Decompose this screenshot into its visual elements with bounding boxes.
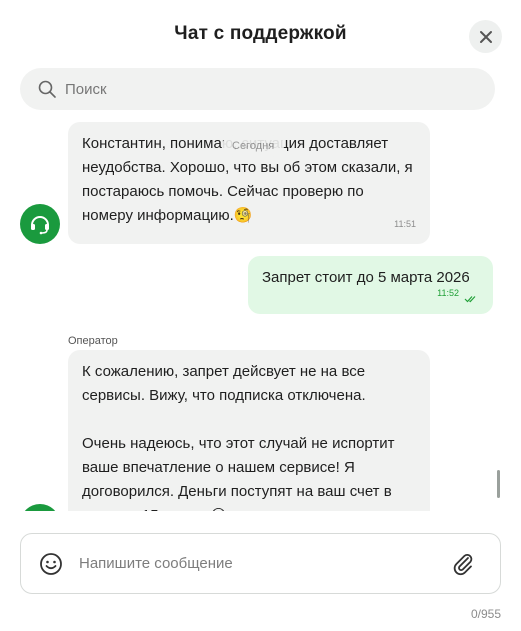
attach-button[interactable] <box>450 551 476 577</box>
chat-scrollbar[interactable] <box>497 470 500 498</box>
date-separator: Сегодня <box>222 135 285 157</box>
message-composer[interactable] <box>20 533 501 594</box>
search-bar[interactable] <box>20 68 495 110</box>
emoji: 😉 <box>211 507 227 511</box>
close-icon <box>479 30 492 43</box>
user-message: Запрет стоит до 5 марта 2026 11:52 <box>248 256 493 314</box>
search-icon <box>37 79 57 99</box>
char-counter: 0/955 <box>470 607 501 621</box>
message-text: К сожалению, запрет дейсвует не на все с… <box>82 363 395 511</box>
chat-header: Чат с поддержкой <box>0 0 521 70</box>
emoji-button[interactable] <box>39 552 63 576</box>
search-input[interactable] <box>63 79 463 99</box>
page-title: Чат с поддержкой <box>174 23 347 44</box>
message-time: 11:52 <box>437 288 459 298</box>
message-input[interactable] <box>77 554 437 573</box>
operator-avatar <box>20 504 60 511</box>
headset-icon <box>31 216 49 235</box>
message-list[interactable]: Константин, понимаю, ситуация доставляет… <box>0 118 521 511</box>
double-check-icon <box>464 296 476 303</box>
sender-name: Оператор <box>68 335 118 347</box>
emoji-icon <box>40 552 62 575</box>
operator-message: К сожалению, запрет дейсвует не на все с… <box>68 350 430 511</box>
message-time: 11:51 <box>394 219 416 229</box>
emoji: 🧐 <box>233 207 253 224</box>
paperclip-icon <box>453 554 473 576</box>
operator-avatar <box>20 204 60 244</box>
close-button[interactable] <box>469 20 502 53</box>
